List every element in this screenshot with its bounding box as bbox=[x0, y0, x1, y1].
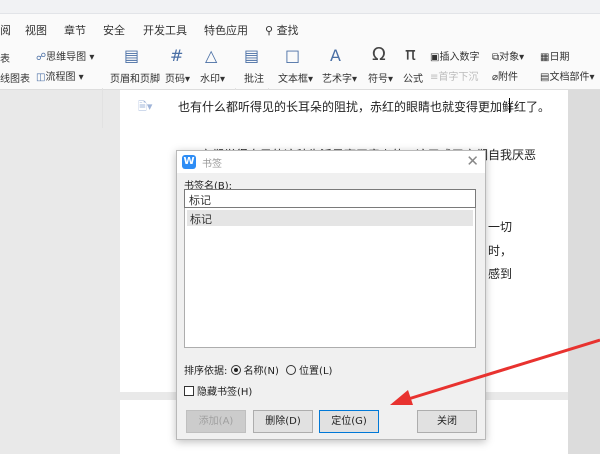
arrow-shaft bbox=[404, 338, 600, 402]
red-arrow-annotation bbox=[390, 338, 600, 405]
arrow-head-icon bbox=[390, 390, 413, 405]
